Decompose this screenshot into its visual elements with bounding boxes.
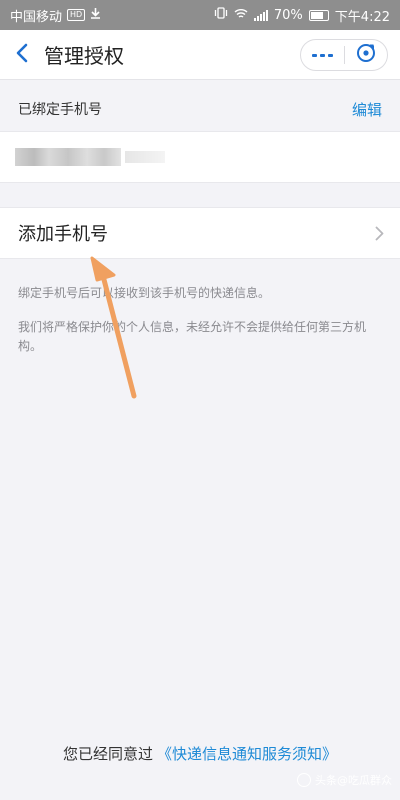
- more-dots-icon: [311, 53, 333, 57]
- nav-bar: 管理授权: [0, 30, 400, 80]
- clock: 下午4:22: [334, 9, 390, 25]
- add-phone-label: 添加手机号: [18, 224, 108, 245]
- watermark-logo-icon: [297, 773, 311, 787]
- bound-phone-header: 已绑定手机号 编辑: [0, 90, 400, 128]
- more-button[interactable]: [301, 40, 344, 70]
- download-icon: [90, 7, 101, 23]
- status-bar: 中国移动 HD 70% 下午4:22: [0, 0, 400, 30]
- blurred-phone-number: [15, 148, 165, 166]
- service-terms-link[interactable]: 《快递信息通知服务须知》: [157, 743, 337, 764]
- chevron-left-icon: [15, 43, 29, 67]
- wifi-icon: [234, 8, 248, 23]
- back-button[interactable]: [0, 30, 44, 80]
- mini-program-capsule: [300, 39, 388, 71]
- page-title: 管理授权: [44, 44, 124, 68]
- edit-button[interactable]: 编辑: [352, 99, 382, 120]
- watermark-text: 头条@吃瓜群众: [315, 774, 392, 787]
- add-phone-row[interactable]: 添加手机号: [0, 207, 400, 259]
- agreement-prefix: 您已经同意过: [62, 744, 153, 763]
- close-circle-icon: [356, 43, 376, 67]
- close-button[interactable]: [345, 40, 388, 70]
- bound-phone-row: [0, 131, 400, 183]
- chevron-right-icon: [375, 226, 384, 241]
- hd-badge: HD: [67, 9, 86, 21]
- info-note-privacy: 我们将严格保护你的个人信息，未经允许不会提供给任何第三方机构。: [18, 320, 367, 353]
- agreement-footer: 您已经同意过 《快递信息通知服务须知》: [0, 742, 400, 764]
- info-note-receive: 绑定手机号后可以接收到该手机号的快递信息。: [18, 286, 271, 300]
- battery-icon: [308, 9, 329, 21]
- bound-phone-label: 已绑定手机号: [18, 102, 102, 118]
- signal-icon: [253, 9, 268, 21]
- battery-percent: 70%: [273, 7, 303, 23]
- watermark: 头条@吃瓜群众: [297, 772, 392, 788]
- vibrate-icon: [214, 7, 228, 23]
- carrier-name: 中国移动: [10, 9, 63, 25]
